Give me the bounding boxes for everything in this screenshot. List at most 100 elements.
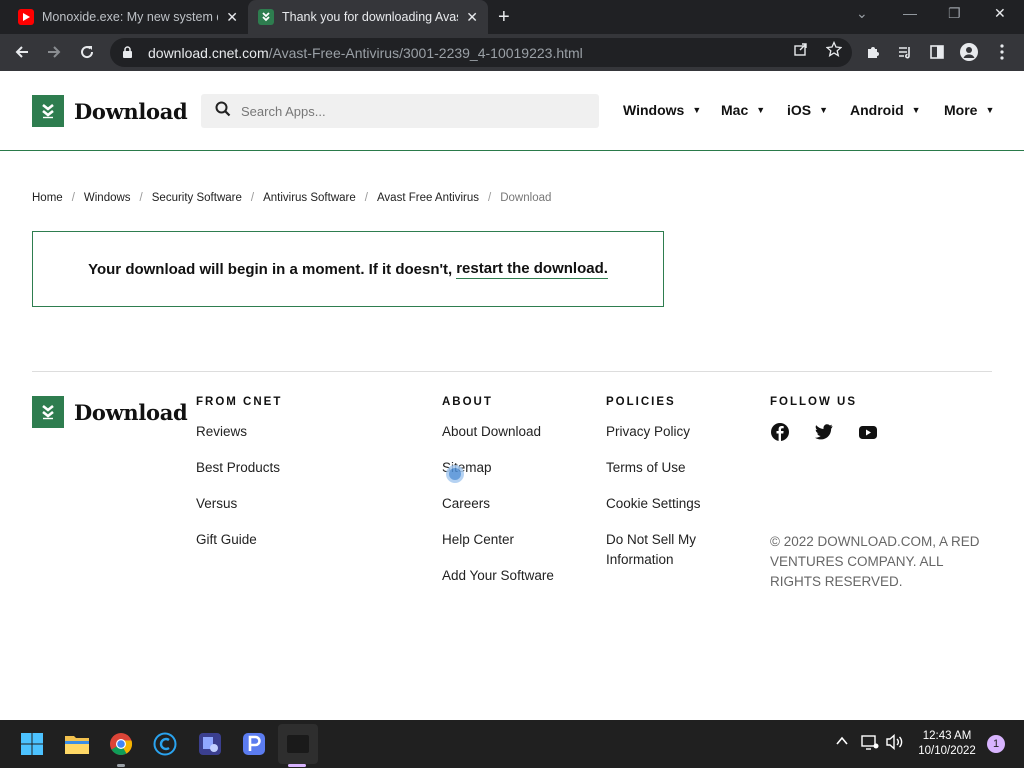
- lock-icon[interactable]: [122, 46, 136, 60]
- footer-heading: ABOUT: [442, 396, 493, 408]
- breadcrumb-separator: /: [139, 192, 143, 204]
- footer-link-best-products[interactable]: Best Products: [196, 458, 282, 494]
- footer-heading: FOLLOW US: [770, 396, 857, 408]
- footer-logo-text: Download: [74, 399, 188, 425]
- nav-windows[interactable]: Windows ▼: [623, 102, 701, 118]
- tab-title: Monoxide.exe: My new system d: [42, 10, 219, 24]
- footer-logo[interactable]: Download: [32, 396, 188, 428]
- breadcrumb-home[interactable]: Home: [32, 192, 63, 204]
- bookmark-star-icon[interactable]: [825, 40, 843, 60]
- url-path: /Avast-Free-Antivirus/3001-2239_4-100192…: [268, 44, 583, 61]
- terminal-icon[interactable]: [278, 724, 318, 764]
- breadcrumb-separator: /: [71, 192, 75, 204]
- nav-ios[interactable]: iOS ▼: [787, 102, 828, 118]
- menu-kebab-icon[interactable]: [993, 43, 1011, 61]
- show-hidden-icons-chevron[interactable]: [835, 734, 849, 751]
- reload-icon[interactable]: [75, 40, 99, 64]
- footer-link-privacy-policy[interactable]: Privacy Policy: [606, 422, 726, 458]
- logo-text: Download: [74, 98, 188, 124]
- nav-label: More: [944, 102, 978, 118]
- share-icon[interactable]: [793, 41, 809, 60]
- footer-link-gift-guide[interactable]: Gift Guide: [196, 530, 282, 566]
- twitter-icon[interactable]: [814, 422, 834, 442]
- forward-icon[interactable]: [42, 40, 66, 64]
- nav-label: Mac: [721, 102, 749, 118]
- download-logo-icon: [32, 396, 64, 428]
- footer-link-help-center[interactable]: Help Center: [442, 530, 554, 566]
- restart-download-link[interactable]: restart the download.: [456, 260, 608, 279]
- browser-tab-youtube[interactable]: Monoxide.exe: My new system d ✕: [8, 0, 248, 34]
- caret-down-icon: ▼: [819, 105, 829, 115]
- back-icon[interactable]: [10, 40, 34, 64]
- chrome-icon[interactable]: [107, 730, 135, 758]
- p-app-icon[interactable]: [240, 730, 268, 758]
- notification-badge[interactable]: 1: [987, 735, 1005, 753]
- breadcrumb-security-software[interactable]: Security Software: [152, 192, 242, 204]
- breadcrumb-antivirus-software[interactable]: Antivirus Software: [263, 192, 356, 204]
- close-tab-icon[interactable]: ✕: [466, 9, 478, 26]
- ccleaner-icon[interactable]: [151, 730, 179, 758]
- footer-link-reviews[interactable]: Reviews: [196, 422, 282, 458]
- browser-toolbar: download.cnet.com/Avast-Free-Antivirus/3…: [0, 34, 1024, 71]
- nav-label: Android: [850, 102, 904, 118]
- footer-link-careers[interactable]: Careers: [442, 494, 554, 530]
- chrome-running-indicator: [117, 764, 125, 767]
- footer-link-versus[interactable]: Versus: [196, 494, 282, 530]
- facebook-icon[interactable]: [770, 422, 790, 442]
- copyright-text: © 2022 DOWNLOAD.COM, A RED VENTURES COMP…: [770, 534, 980, 589]
- footer-link-terms-of-use[interactable]: Terms of Use: [606, 458, 726, 494]
- footer-link-cookie-settings[interactable]: Cookie Settings: [606, 494, 726, 530]
- breadcrumb: Home / Windows / Security Software / Antivi…: [32, 192, 551, 204]
- clock-date: 10/10/2022: [918, 745, 976, 757]
- new-tab-button[interactable]: +: [498, 6, 510, 29]
- breadcrumb-current: Download: [500, 192, 552, 204]
- site-header: Download Windows ▼ Mac ▼ iOS ▼ Android ▼ Mor…: [0, 71, 1024, 151]
- download-notice: Your download will begin in a moment. If…: [32, 231, 664, 307]
- download-favicon: [258, 9, 274, 25]
- clock-time: 12:43 AM: [922, 730, 972, 742]
- network-icon[interactable]: [861, 734, 879, 753]
- tab-search-icon[interactable]: ⌄: [856, 5, 868, 22]
- nav-mac[interactable]: Mac ▼: [721, 102, 765, 118]
- windows-start-icon[interactable]: [18, 730, 46, 758]
- tab-title: Thank you for downloading Avas: [282, 10, 459, 24]
- close-tab-icon[interactable]: ✕: [226, 9, 238, 26]
- restore-icon[interactable]: ❐: [948, 5, 961, 22]
- minimize-icon[interactable]: —: [903, 5, 917, 21]
- file-explorer-icon[interactable]: [63, 730, 91, 758]
- extensions-icon[interactable]: [864, 43, 882, 61]
- search-icon: [215, 101, 231, 122]
- media-control-icon[interactable]: [896, 43, 914, 61]
- profile-avatar-icon[interactable]: [960, 43, 978, 61]
- volume-icon[interactable]: [886, 733, 904, 753]
- nav-android[interactable]: Android ▼: [850, 102, 921, 118]
- breadcrumb-windows[interactable]: Windows: [84, 192, 131, 204]
- window-close-icon[interactable]: ✕: [994, 5, 1006, 22]
- nav-label: Windows: [623, 102, 685, 118]
- system-clock[interactable]: 12:43 AM 10/10/2022: [912, 729, 982, 759]
- search-input[interactable]: [241, 103, 561, 119]
- footer-col-about: ABOUT About Download Sitemap Careers Hel…: [442, 396, 554, 602]
- social-links: [770, 422, 902, 442]
- breadcrumb-separator: /: [488, 192, 492, 204]
- youtube-icon[interactable]: [858, 422, 878, 442]
- breadcrumb-avast-free-antivirus[interactable]: Avast Free Antivirus: [377, 192, 479, 204]
- footer-col-follow: FOLLOW US: [770, 396, 902, 442]
- address-bar[interactable]: download.cnet.com/Avast-Free-Antivirus/3…: [110, 38, 852, 67]
- caret-down-icon: ▼: [911, 105, 921, 115]
- site-logo[interactable]: Download: [32, 95, 188, 127]
- footer-link-do-not-sell[interactable]: Do Not Sell My Information: [606, 530, 726, 570]
- youtube-icon: [18, 9, 34, 25]
- side-panel-icon[interactable]: [928, 43, 946, 61]
- nav-more[interactable]: More ▼: [944, 102, 994, 118]
- caret-down-icon: ▼: [756, 105, 766, 115]
- caret-down-icon: ▼: [692, 105, 702, 115]
- footer-link-add-your-software[interactable]: Add Your Software: [442, 566, 554, 602]
- footer-col-policies: POLICIES Privacy Policy Terms of Use Coo…: [606, 396, 726, 570]
- footer-divider: [32, 371, 992, 372]
- browser-tab-strip: Monoxide.exe: My new system d ✕ Thank yo…: [0, 0, 1024, 34]
- footer-link-about-download[interactable]: About Download: [442, 422, 554, 458]
- browser-tab-download[interactable]: Thank you for downloading Avas ✕: [248, 0, 488, 34]
- search-box[interactable]: [201, 94, 599, 128]
- app-icon[interactable]: [196, 730, 224, 758]
